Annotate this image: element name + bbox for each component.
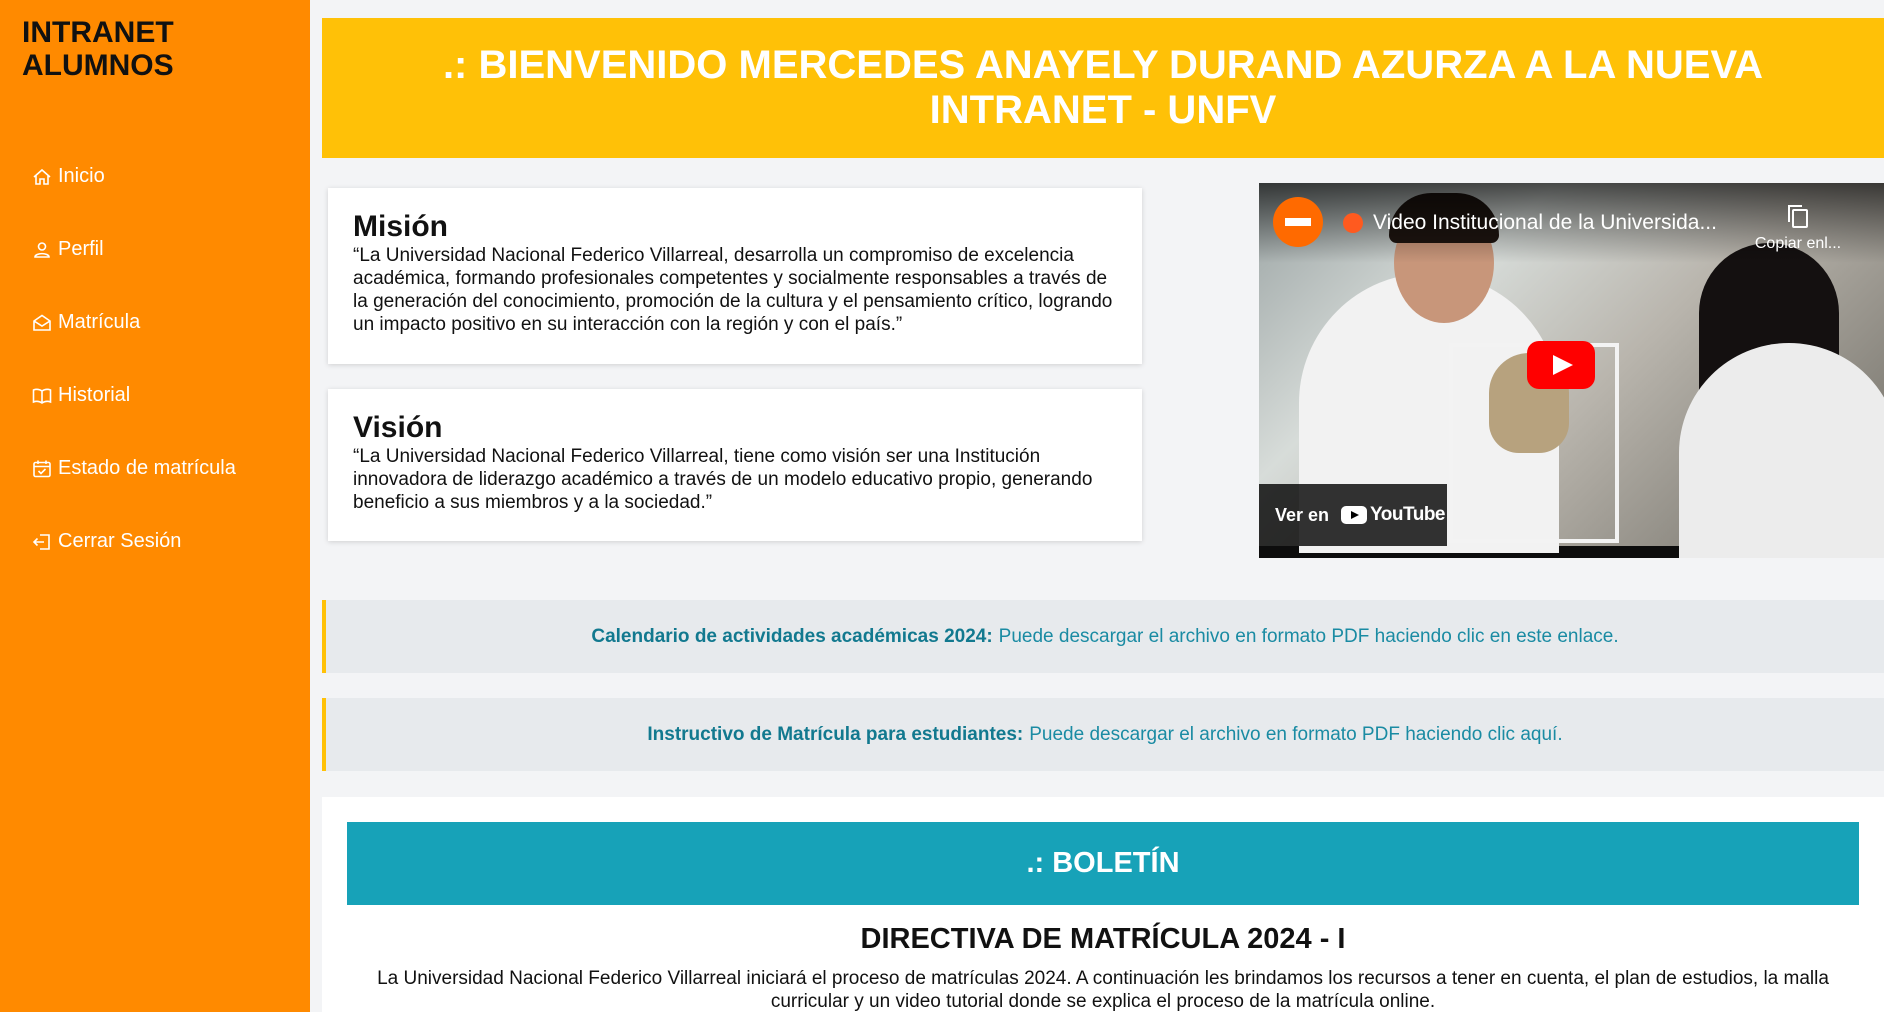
- bulletin-header: .: BOLETÍN: [347, 822, 1859, 905]
- sidebar-item-label: Inicio: [58, 165, 105, 187]
- user-icon: [34, 241, 50, 258]
- mision-title: Misión: [353, 210, 448, 243]
- sidebar-item-estado-matricula[interactable]: Estado de matrícula: [32, 432, 236, 505]
- youtube-icon: [1341, 506, 1368, 524]
- notice-bold-label: Instructivo de Matrícula para estudiante…: [647, 723, 1024, 745]
- notice-calendario: Calendario de actividades académicas 202…: [322, 600, 1884, 673]
- vision-text: “La Universidad Nacional Federico Villar…: [353, 446, 1093, 513]
- brand-title: INTRANET ALUMNOS: [22, 16, 174, 82]
- copy-icon: [1788, 205, 1808, 228]
- video-title[interactable]: Video Institucional de la Universida...: [1343, 211, 1717, 235]
- sidebar-item-perfil[interactable]: Perfil: [32, 213, 236, 286]
- main-content: .: BIENVENIDO MERCEDES ANAYELY DURAND AZ…: [322, 18, 1884, 1012]
- bulletin-section: .: BOLETÍN DIRECTIVA DE MATRÍCULA 2024 -…: [322, 797, 1884, 1012]
- logout-icon: [32, 533, 50, 550]
- sidebar-item-label: Perfil: [58, 238, 104, 260]
- youtube-wordmark: YouTube: [1370, 504, 1445, 525]
- sidebar-nav: Inicio Perfil Matrícula Historial Estado…: [32, 140, 236, 578]
- watch-on-label: Ver en: [1275, 504, 1330, 525]
- sidebar-item-label: Estado de matrícula: [58, 457, 236, 479]
- channel-logo[interactable]: [1273, 197, 1323, 247]
- directive-title: DIRECTIVA DE MATRÍCULA 2024 - I: [860, 923, 1346, 955]
- calendario-download-link[interactable]: Puede descargar el archivo en formato PD…: [999, 626, 1619, 648]
- vision-card: Visión “La Universidad Nacional Federico…: [328, 389, 1142, 541]
- thumbnail-figure: [1679, 343, 1884, 558]
- sidebar-item-historial[interactable]: Historial: [32, 359, 236, 432]
- envelope-icon: [33, 314, 51, 331]
- sidebar-item-label: Historial: [58, 384, 131, 406]
- vision-title: Visión: [353, 411, 443, 444]
- notice-instructivo: Instructivo de Matrícula para estudiante…: [322, 698, 1884, 771]
- sidebar-item-label: Matrícula: [58, 311, 141, 333]
- sidebar-item-inicio[interactable]: Inicio: [32, 140, 236, 213]
- mision-text: “La Universidad Nacional Federico Villar…: [353, 245, 1113, 335]
- play-button[interactable]: [1527, 341, 1595, 389]
- sidebar-item-cerrar-sesion[interactable]: Cerrar Sesión: [32, 505, 236, 578]
- book-icon: [32, 388, 52, 404]
- copy-link-label: Copiar enl...: [1754, 235, 1842, 252]
- sidebar: INTRANET ALUMNOS Inicio Perfil Matrícula…: [0, 0, 310, 1012]
- directive-text: La Universidad Nacional Federico Villarr…: [377, 968, 1829, 1012]
- sidebar-item-matricula[interactable]: Matrícula: [32, 286, 236, 359]
- video-player[interactable]: Video Institucional de la Universida... …: [1259, 183, 1884, 558]
- watch-on-youtube-button[interactable]: Ver en YouTube: [1259, 484, 1447, 546]
- mision-card: Misión “La Universidad Nacional Federico…: [328, 188, 1142, 364]
- page: INTRANET ALUMNOS Inicio Perfil Matrícula…: [0, 0, 1884, 1012]
- calendar-check-icon: [33, 460, 51, 477]
- instructivo-download-link[interactable]: Puede descargar el archivo en formato PD…: [1029, 724, 1562, 746]
- copy-link-button[interactable]: Copiar enl...: [1748, 203, 1848, 253]
- home-icon: [33, 168, 51, 185]
- welcome-banner: .: BIENVENIDO MERCEDES ANAYELY DURAND AZ…: [322, 18, 1884, 158]
- sidebar-item-label: Cerrar Sesión: [58, 530, 182, 552]
- notice-bold-label: Calendario de actividades académicas 202…: [591, 625, 993, 647]
